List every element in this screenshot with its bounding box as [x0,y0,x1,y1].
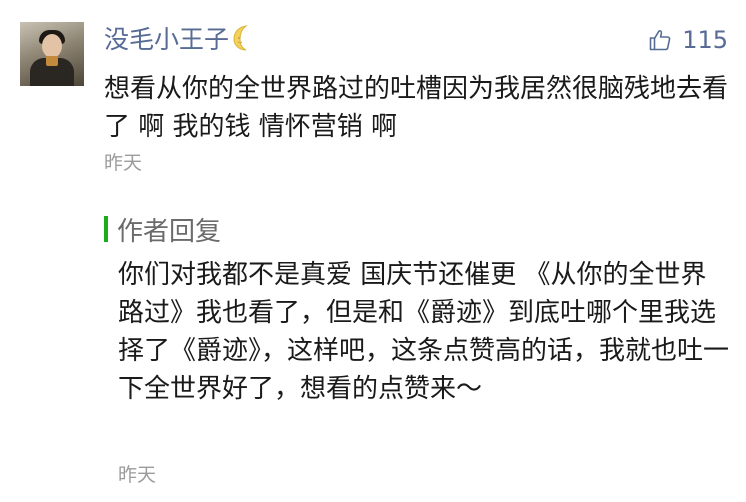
username[interactable]: 没毛小王子 [104,25,229,54]
thumbs-up-icon [649,30,671,51]
author-reply-time: 昨天 [118,464,157,486]
username-row: 没毛小王子 [104,20,255,60]
author-reply-text: 你们对我都不是真爱 国庆节还催更 《从你的全世界路过》我也看了，但是和《爵迹》到… [118,260,730,404]
avatar[interactable] [20,22,84,86]
author-reply-header: 作者回复 [104,212,222,247]
comment-time: 昨天 [104,152,143,174]
author-reply-label: 作者回复 [117,216,222,247]
reply-indicator-bar [104,216,108,242]
comment-text: 想看从你的全世界路过的吐槽因为我居然很脑残地去看了 啊 我的钱 情怀营销 啊 [104,74,729,142]
like-count: 115 [682,26,728,54]
like-button[interactable]: 115 [648,22,728,58]
avatar-head [42,34,62,58]
avatar-cup [46,56,58,66]
comment-card: 没毛小王子 115 想看从你的全世界路过的吐槽因为我居然很脑残地去看了 啊 我的… [0,0,746,502]
crescent-moon-icon [233,25,248,51]
